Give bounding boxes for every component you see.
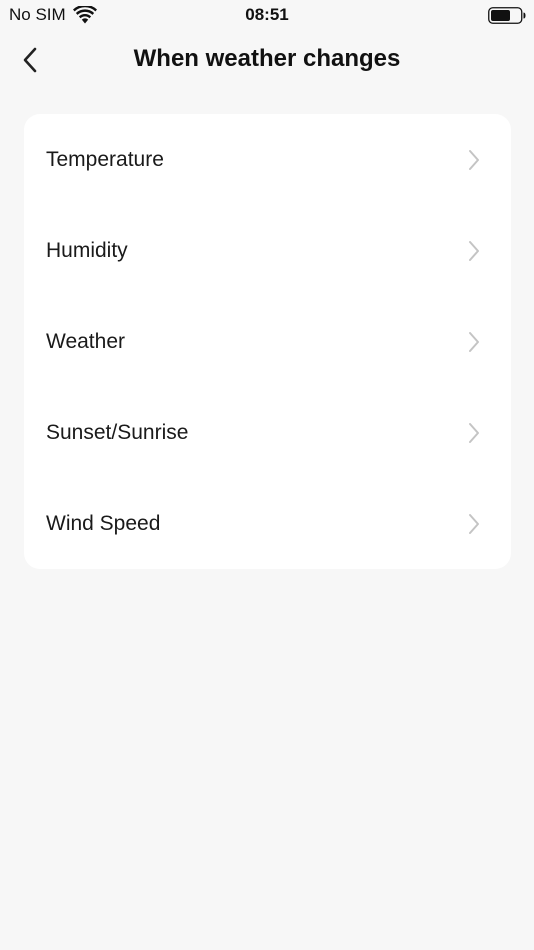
chevron-right-icon <box>469 331 479 352</box>
chevron-right-icon <box>469 149 479 170</box>
list-item-temperature[interactable]: Temperature <box>24 114 511 205</box>
list-item-humidity[interactable]: Humidity <box>24 205 511 296</box>
page-title: When weather changes <box>133 45 401 72</box>
chevron-right-icon <box>469 422 479 443</box>
list-item-label: Wind Speed <box>46 511 161 535</box>
list-item-sunset-sunrise[interactable]: Sunset/Sunrise <box>24 387 511 478</box>
status-bar: No SIM 08:51 <box>0 0 534 30</box>
chevron-right-icon <box>469 240 479 261</box>
status-time: 08:51 <box>245 5 289 24</box>
list-item-label: Sunset/Sunrise <box>46 420 189 444</box>
list-item-wind-speed[interactable]: Wind Speed <box>24 478 511 569</box>
list-item-label: Weather <box>46 329 125 353</box>
list-item-weather[interactable]: Weather <box>24 296 511 387</box>
list-item-label: Temperature <box>46 147 164 171</box>
battery-icon <box>488 7 526 24</box>
nav-bar: When weather changes <box>0 36 534 84</box>
chevron-right-icon <box>469 513 479 534</box>
condition-list: Temperature Humidity Weather Sunset/Sunr… <box>24 114 511 569</box>
screen: No SIM 08:51 When weather changes Temper… <box>0 0 534 950</box>
list-item-label: Humidity <box>46 238 128 262</box>
